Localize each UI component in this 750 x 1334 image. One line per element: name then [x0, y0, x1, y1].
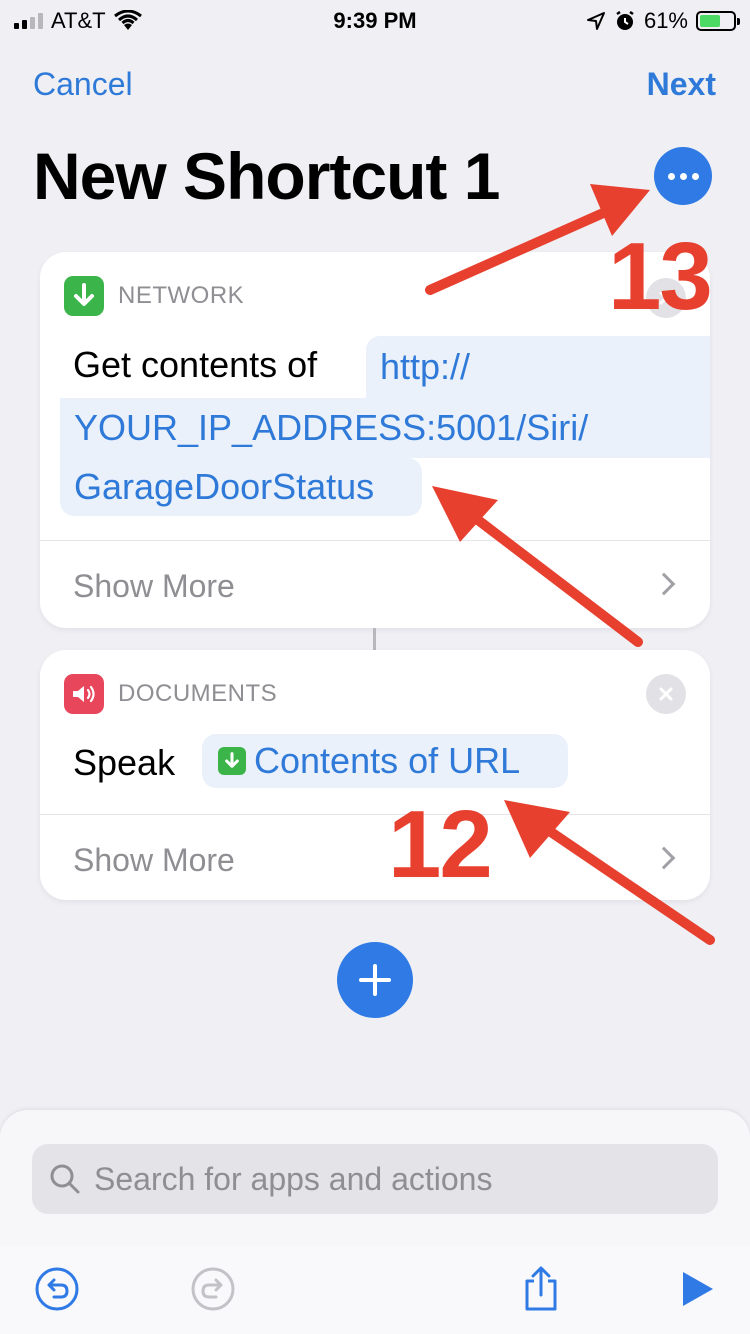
undo-button[interactable] — [32, 1264, 82, 1314]
search-bar[interactable] — [32, 1144, 718, 1214]
run-shortcut-button[interactable] — [672, 1264, 722, 1314]
bottom-toolbar — [0, 1246, 750, 1334]
add-action-button[interactable] — [337, 942, 413, 1018]
share-icon — [525, 1266, 557, 1311]
card-divider — [40, 540, 710, 541]
redo-button[interactable] — [188, 1264, 238, 1314]
next-button[interactable]: Next — [647, 66, 716, 103]
battery-level-fill — [700, 15, 720, 27]
battery-icon — [696, 11, 740, 31]
speaker-icon — [64, 674, 104, 714]
status-bar: AT&T 9:39 PM 61% — [0, 0, 750, 40]
play-icon — [683, 1272, 713, 1306]
token-label: Contents of URL — [254, 740, 521, 781]
redo-icon — [191, 1267, 235, 1311]
action-text: Speak — [73, 742, 176, 783]
action-card-documents[interactable]: DOCUMENTS Speak Contents of URL Show Mor… — [40, 650, 710, 900]
search-icon — [50, 1164, 80, 1194]
action-connector — [373, 628, 376, 650]
show-more-button[interactable]: Show More — [73, 842, 235, 879]
download-arrow-icon — [64, 276, 104, 316]
contents-of-url-token[interactable]: Contents of URL — [202, 734, 568, 788]
cancel-button[interactable]: Cancel — [33, 66, 133, 103]
battery-percent: 61% — [643, 8, 688, 33]
alarm-clock-icon — [616, 10, 634, 30]
show-more-button[interactable]: Show More — [73, 568, 235, 605]
location-arrow-icon — [586, 12, 605, 30]
more-dot — [667, 172, 675, 180]
url-token-line-2[interactable]: YOUR_IP_ADDRESS:5001/Siri/ — [60, 398, 710, 458]
action-category: DOCUMENTS — [118, 680, 278, 707]
page-title: New Shortcut 1 — [33, 139, 500, 213]
undo-icon — [35, 1267, 79, 1311]
close-icon — [659, 687, 673, 701]
plus-icon — [359, 964, 391, 996]
url-token-line-1[interactable]: http:// — [366, 336, 710, 398]
chevron-right-icon — [652, 846, 676, 870]
more-options-button[interactable] — [654, 147, 712, 205]
annotation-label-13: 13 — [608, 223, 713, 330]
remove-action-button[interactable] — [646, 674, 686, 714]
share-button[interactable] — [516, 1264, 566, 1314]
download-arrow-icon — [218, 747, 246, 775]
chevron-right-icon — [652, 572, 676, 596]
more-dot — [679, 172, 687, 180]
search-input[interactable] — [82, 1160, 718, 1198]
card-divider — [40, 814, 710, 815]
status-right: 61% — [586, 8, 740, 34]
url-token-line-3[interactable]: GarageDoorStatus — [60, 458, 422, 516]
annotation-label-12: 12 — [388, 791, 493, 898]
more-dot — [691, 172, 699, 180]
action-category: NETWORK — [118, 282, 245, 309]
action-text: Get contents of — [73, 344, 318, 385]
